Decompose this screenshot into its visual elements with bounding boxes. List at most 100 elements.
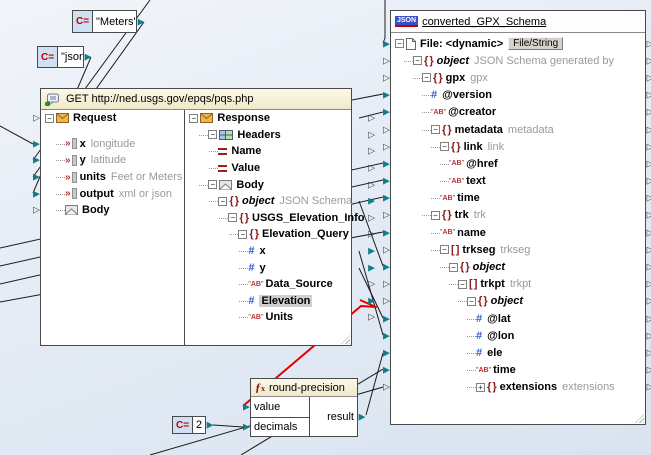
input-connector[interactable]: ▶	[243, 423, 250, 432]
tree-row-usgs-elevation-info[interactable]: −{ }USGS_Elevation_Info▷	[185, 210, 366, 227]
input-connector[interactable]: ▶	[383, 348, 390, 357]
collapse-icon[interactable]: −	[413, 56, 422, 65]
output-connector[interactable]: ▷	[647, 211, 651, 220]
tree-row-value[interactable]: Value▷	[185, 160, 366, 177]
output-connector[interactable]: ▷	[647, 383, 651, 392]
tree-row-@version[interactable]: ▶#@version▷	[391, 87, 645, 104]
constant-json[interactable]: C= "json" ▶	[37, 46, 84, 68]
function-output-result[interactable]: result ▶	[310, 397, 357, 437]
tree-row-x[interactable]: #x▶	[185, 243, 366, 260]
tree-row-extensions[interactable]: ▷+{ }extensionsextensions▷	[391, 379, 645, 396]
tree-row-time[interactable]: ▶"AB"time▷	[391, 190, 645, 207]
input-connector[interactable]: ▶	[383, 331, 390, 340]
tree-row-y[interactable]: #y▶	[185, 259, 366, 276]
tree-row-output[interactable]: ▶»outputxml or json	[41, 185, 184, 202]
wire-top-to-file[interactable]	[383, 0, 385, 43]
input-connector[interactable]: ▶	[33, 189, 40, 198]
tree-row-body[interactable]: −Body▷	[185, 176, 366, 193]
output-connector[interactable]: ▷	[647, 176, 651, 185]
input-connector[interactable]: ▷	[383, 125, 390, 134]
tree-row-@href[interactable]: ▶"AB"@href▷	[391, 155, 645, 172]
input-connector[interactable]: ▶	[383, 194, 390, 203]
tree-row-response[interactable]: −Response▷	[185, 110, 366, 127]
tree-row-@creator[interactable]: ▶"AB"@creator▷	[391, 104, 645, 121]
output-connector[interactable]: ▷	[368, 280, 375, 289]
output-connector[interactable]: ▶	[138, 17, 145, 26]
output-connector[interactable]: ▷	[368, 313, 375, 322]
input-connector[interactable]: ▷	[383, 280, 390, 289]
tree-row-trkpt[interactable]: ▷−[ ]trkpttrkpt▷	[391, 276, 645, 293]
output-connector[interactable]: ▷	[647, 108, 651, 117]
input-connector[interactable]: ▶	[383, 314, 390, 323]
input-connector[interactable]: ▶	[33, 139, 40, 148]
tree-row-trkseg[interactable]: ▷−[ ]trksegtrkseg▷	[391, 241, 645, 258]
input-connector[interactable]: ▶	[383, 228, 390, 237]
input-connector[interactable]: ▶	[383, 108, 390, 117]
json-schema-component[interactable]: JSON converted_GPX_Schema ▶−File: <dynam…	[390, 10, 646, 425]
output-connector[interactable]: ▷	[368, 114, 375, 123]
tree-row-elevation[interactable]: #Elevation▶	[185, 293, 366, 310]
constant-2[interactable]: C= 2 ▶	[172, 416, 206, 434]
input-connector[interactable]: ▷	[383, 383, 390, 392]
collapse-icon[interactable]: −	[208, 180, 217, 189]
tree-row-name[interactable]: Name▷	[185, 143, 366, 160]
tree-row-ele[interactable]: ▶#ele▷	[391, 344, 645, 361]
input-connector[interactable]: ▷	[383, 245, 390, 254]
input-connector[interactable]: ▶	[383, 39, 390, 48]
schema-header[interactable]: JSON converted_GPX_Schema	[391, 11, 645, 33]
wire-left-to-x[interactable]	[0, 126, 33, 144]
collapse-icon[interactable]: −	[228, 213, 237, 222]
collapse-icon[interactable]: −	[218, 197, 227, 206]
input-connector[interactable]: ▶	[383, 176, 390, 185]
tree-row-time[interactable]: ▶"AB"time▷	[391, 362, 645, 379]
tree-row-@lat[interactable]: ▶#@lat▷	[391, 310, 645, 327]
output-connector[interactable]: ▷	[647, 56, 651, 65]
tree-row-body[interactable]: ▷Body	[41, 202, 184, 219]
collapse-icon[interactable]: −	[395, 39, 404, 48]
tree-row-headers[interactable]: −Headers▷	[185, 127, 366, 144]
output-connector[interactable]: ▷	[647, 262, 651, 271]
output-connector[interactable]: ▷	[368, 180, 375, 189]
collapse-icon[interactable]: −	[440, 142, 449, 151]
output-connector[interactable]: ▷	[368, 130, 375, 139]
tree-row-object[interactable]: −{ }objectJSON Schema▶	[185, 193, 366, 210]
wire-const2-to-decimals[interactable]	[213, 425, 243, 427]
tree-row-gpx[interactable]: ▷−{ }gpxgpx▷	[391, 69, 645, 86]
function-input-decimals[interactable]: ▶ decimals	[251, 418, 309, 438]
tree-row-elevation-query[interactable]: −{ }Elevation_Query▷	[185, 226, 366, 243]
input-connector[interactable]: ▶	[383, 159, 390, 168]
input-connector[interactable]: ▶	[383, 262, 390, 271]
input-connector[interactable]: ▷	[383, 211, 390, 220]
file-string-button[interactable]: File/String	[508, 37, 563, 50]
input-connector[interactable]: ▷	[383, 142, 390, 151]
output-connector[interactable]: ▷	[647, 228, 651, 237]
output-connector[interactable]: ▷	[647, 365, 651, 374]
collapse-icon[interactable]: −	[431, 125, 440, 134]
output-connector[interactable]: ▷	[368, 213, 375, 222]
output-connector[interactable]: ▷	[647, 39, 651, 48]
tree-row-x[interactable]: ▶»xlongitude	[41, 136, 184, 153]
input-connector[interactable]: ▷	[383, 56, 390, 65]
output-connector[interactable]: ▶	[368, 246, 375, 255]
output-connector[interactable]: ▷	[647, 245, 651, 254]
output-connector[interactable]: ▷	[368, 163, 375, 172]
output-connector[interactable]: ▷	[647, 90, 651, 99]
tree-row-@lon[interactable]: ▶#@lon▷	[391, 327, 645, 344]
tree-row-file-dynamic-[interactable]: ▶−File: <dynamic>File/String▷	[391, 35, 645, 52]
tree-row-text[interactable]: ▶"AB"text▷	[391, 173, 645, 190]
wire-header-to-version[interactable]	[352, 94, 383, 100]
input-connector[interactable]: ▶	[33, 156, 40, 165]
output-connector[interactable]: ▷	[647, 73, 651, 82]
input-connector[interactable]: ▶	[243, 402, 250, 411]
tree-row-object[interactable]: ▷−{ }objectJSON Schema generated by▷	[391, 52, 645, 69]
collapse-icon[interactable]: −	[208, 130, 217, 139]
output-connector[interactable]: ▶	[368, 263, 375, 272]
collapse-icon[interactable]: −	[449, 263, 458, 272]
output-connector[interactable]: ▷	[647, 142, 651, 151]
tree-row-metadata[interactable]: ▷−{ }metadatametadata▷	[391, 121, 645, 138]
output-connector[interactable]: ▷	[647, 159, 651, 168]
collapse-icon[interactable]: −	[238, 230, 247, 239]
tree-row-units[interactable]: ▶»unitsFeet or Meters	[41, 169, 184, 186]
tree-row-object[interactable]: ▶−{ }object▷	[391, 258, 645, 275]
output-connector[interactable]: ▷	[647, 297, 651, 306]
